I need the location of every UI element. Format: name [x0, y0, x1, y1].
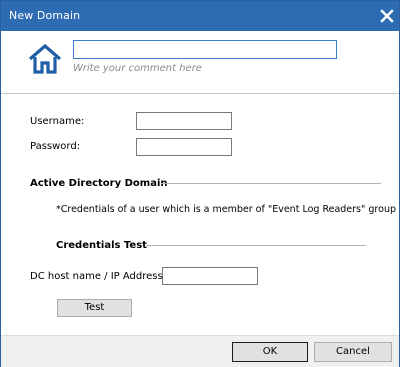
comment-input[interactable]	[73, 40, 337, 59]
cancel-button[interactable]: Cancel	[314, 342, 392, 362]
dc-host-field[interactable]	[162, 267, 258, 285]
username-field[interactable]	[136, 112, 232, 130]
username-label: Username:	[30, 116, 85, 127]
ok-button[interactable]: OK	[232, 342, 308, 362]
dc-host-label: DC host name / IP Address:	[30, 271, 167, 282]
header-panel: Write your comment here	[1, 31, 399, 94]
password-field[interactable]	[136, 138, 232, 156]
ad-credentials-note: *Credentials of a user which is a member…	[56, 204, 396, 215]
password-label: Password:	[30, 141, 81, 152]
credentials-test-title: Credentials Test	[56, 240, 147, 251]
ad-section-divider	[161, 183, 381, 184]
title-bar: New Domain	[1, 1, 399, 31]
home-icon	[28, 43, 62, 74]
close-icon[interactable]	[377, 6, 397, 26]
credentials-test-divider	[146, 245, 366, 246]
comment-hint: Write your comment here	[73, 63, 202, 74]
ad-section-title: Active Directory Domain	[30, 178, 168, 189]
test-button[interactable]: Test	[57, 299, 132, 317]
dialog-title: New Domain	[9, 9, 81, 22]
dialog-footer: OK Cancel	[1, 335, 399, 367]
new-domain-dialog: New Domain Write your comment here Usern…	[0, 0, 400, 367]
